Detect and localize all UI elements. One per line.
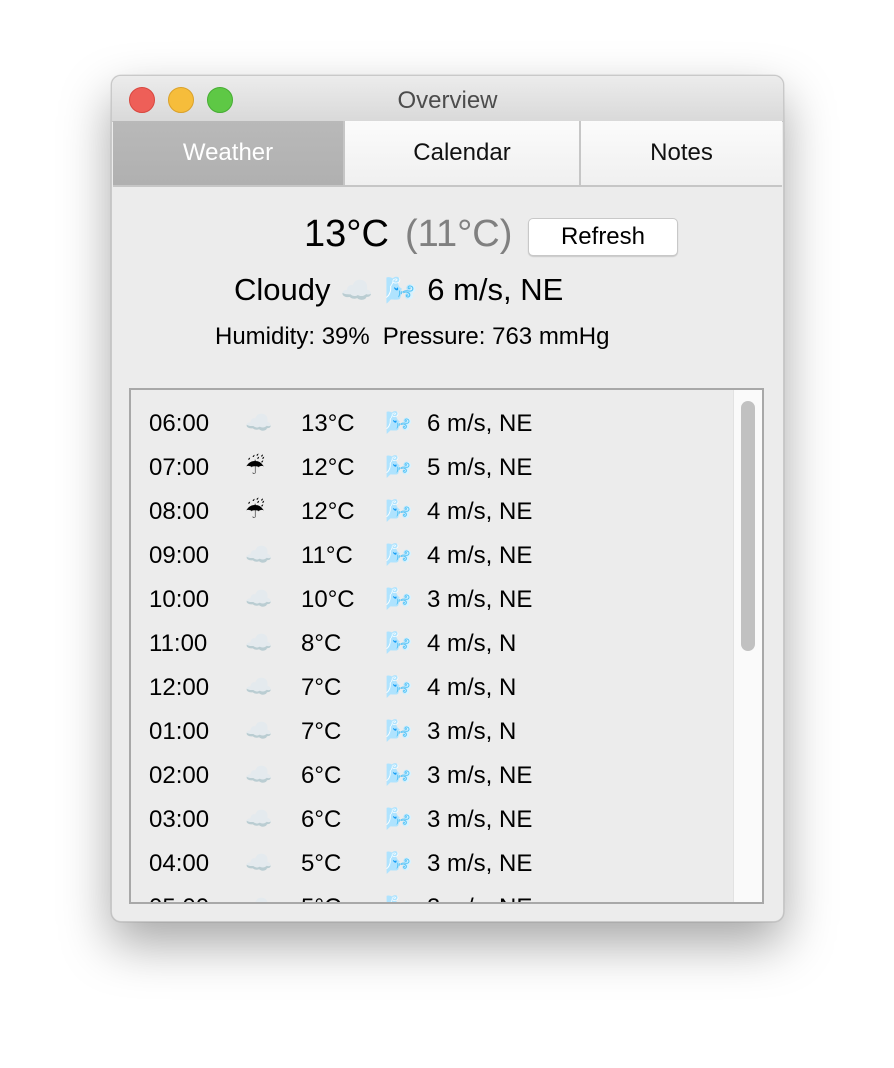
forecast-temperature: 7°C: [301, 674, 342, 701]
forecast-time: 03:00: [149, 806, 210, 833]
cloud-icon: ☁️: [245, 674, 273, 699]
list-item[interactable]: 11:00 ☁️ 8°C 🌬️ 4 m/s, N: [149, 622, 729, 666]
refresh-button[interactable]: Refresh: [528, 218, 678, 256]
cloud-icon: ☁️: [245, 586, 273, 611]
forecast-temperature: 10°C: [301, 586, 355, 613]
list-item[interactable]: 08:00 ☔ 12°C 🌬️ 4 m/s, NE: [149, 490, 729, 534]
wind-icon: 🌬️: [384, 274, 418, 305]
forecast-temperature: 6°C: [301, 762, 342, 789]
forecast-time: 07:00: [149, 454, 210, 481]
forecast-temperature: 5°C: [301, 894, 341, 902]
wind-icon: 🌬️: [385, 630, 413, 655]
cloud-icon: ☁️: [340, 274, 373, 305]
current-wind: 6 m/s, NE: [427, 272, 564, 307]
list-item[interactable]: 10:00 ☁️ 10°C 🌬️ 3 m/s, NE: [149, 578, 729, 622]
list-item[interactable]: 07:00 ☔ 12°C 🌬️ 5 m/s, NE: [149, 446, 729, 490]
wind-icon: 🌬️: [385, 410, 413, 435]
forecast-wind: 6 m/s, NE: [427, 410, 533, 437]
tab-bar: Weather Calendar Notes: [113, 121, 782, 187]
forecast-temperature: 6°C: [301, 806, 342, 833]
pressure-label: Pressure: 763 mmHg: [382, 323, 610, 350]
wind-icon: 🌬️: [385, 498, 413, 523]
forecast-wind: 4 m/s, N: [427, 630, 517, 657]
list-item[interactable]: 03:00 ☁️ 6°C 🌬️ 3 m/s, NE: [149, 798, 729, 842]
list-item[interactable]: 09:00 ☁️ 11°C 🌬️ 4 m/s, NE: [149, 534, 729, 578]
forecast-time: 11:00: [149, 630, 208, 657]
forecast-temperature: 13°C: [301, 410, 355, 437]
forecast-temperature: 5°C: [301, 850, 342, 877]
list-item[interactable]: 06:00 ☁️ 13°C 🌬️ 6 m/s, NE: [149, 402, 729, 446]
window-title: Overview: [397, 87, 498, 114]
wind-icon: 🌬️: [385, 454, 413, 479]
humidity-pressure-row: Humidity: 39% Pressure: 763 mmHg: [215, 323, 609, 351]
wind-icon: 🌬️: [385, 674, 413, 699]
cloud-icon: ☁️: [245, 630, 273, 655]
forecast-wind: 4 m/s, NE: [427, 542, 533, 569]
forecast-time: 12:00: [149, 674, 210, 701]
forecast-wind: 3 m/s, NE: [427, 762, 533, 789]
wind-icon: 🌬️: [385, 718, 413, 743]
forecast-time: 05:00: [149, 894, 209, 902]
wind-icon: 🌬️: [385, 806, 413, 831]
forecast-time: 08:00: [149, 498, 210, 525]
current-condition-row: Cloudy ☁️ 🌬️ 6 m/s, NE: [234, 268, 563, 312]
cloud-icon: ☁️: [245, 542, 273, 567]
forecast-wind: 3 m/s, NE: [427, 806, 533, 833]
forecast-temperature: 12°C: [301, 454, 355, 481]
list-item[interactable]: 12:00 ☁️ 7°C 🌬️ 4 m/s, N: [149, 666, 729, 710]
forecast-temperature: 8°C: [301, 630, 342, 657]
title-bar[interactable]: Overview: [112, 76, 783, 122]
list-item[interactable]: 02:00 ☁️ 6°C 🌬️ 3 m/s, NE: [149, 754, 729, 798]
current-temperature-row: 13°C (11°C) Refresh: [112, 213, 783, 263]
forecast-wind: 4 m/s, NE: [427, 498, 533, 525]
list-item[interactable]: 01:00 ☁️ 7°C 🌬️ 3 m/s, N: [149, 710, 729, 754]
vertical-scrollbar[interactable]: [733, 390, 762, 902]
wind-icon: 🌬️: [385, 586, 413, 611]
list-item[interactable]: 05:00 ☁️ 5°C 🌬️ 3 m/s, NE: [149, 886, 729, 902]
forecast-wind: 3 m/s, NE: [427, 894, 532, 902]
list-item[interactable]: 04:00 ☁️ 5°C 🌬️ 3 m/s, NE: [149, 842, 729, 886]
current-temperature: 13°C: [304, 213, 389, 255]
humidity-label: Humidity: 39%: [215, 323, 370, 350]
forecast-time: 02:00: [149, 762, 210, 789]
forecast-time: 01:00: [149, 718, 210, 745]
umbrella-rain-icon: ☔: [245, 454, 265, 479]
hourly-forecast-list[interactable]: 06:00 ☁️ 13°C 🌬️ 6 m/s, NE 07:00 ☔ 12°C 🌬️ 5 m/s,…: [129, 388, 764, 904]
cloud-icon: ☁️: [245, 410, 273, 435]
forecast-wind: 3 m/s, N: [427, 718, 517, 745]
wind-icon: 🌬️: [385, 850, 413, 875]
wind-icon: 🌬️: [385, 894, 412, 902]
forecast-temperature: 7°C: [301, 718, 342, 745]
forecast-time: 04:00: [149, 850, 210, 877]
cloud-icon: ☁️: [245, 762, 273, 787]
forecast-temperature: 11°C: [301, 542, 353, 569]
scrollbar-thumb[interactable]: [741, 401, 755, 651]
wind-icon: 🌬️: [385, 542, 413, 567]
overview-window: Overview Weather Calendar Notes 13°C (11…: [111, 75, 784, 922]
forecast-wind: 4 m/s, N: [427, 674, 517, 701]
cloud-icon: ☁️: [245, 718, 273, 743]
cloud-icon: ☁️: [245, 894, 272, 902]
forecast-time: 10:00: [149, 586, 210, 613]
forecast-wind: 5 m/s, NE: [427, 454, 533, 481]
wind-icon: 🌬️: [385, 762, 413, 787]
forecast-temperature: 12°C: [301, 498, 355, 525]
forecast-time: 09:00: [149, 542, 210, 569]
tab-notes[interactable]: Notes: [581, 121, 782, 185]
cloud-icon: ☁️: [245, 850, 273, 875]
condition-label: Cloudy: [234, 272, 331, 307]
cloud-icon: ☁️: [245, 806, 273, 831]
tab-calendar[interactable]: Calendar: [345, 121, 581, 185]
forecast-wind: 3 m/s, NE: [427, 586, 533, 613]
forecast-wind: 3 m/s, NE: [427, 850, 533, 877]
tab-weather[interactable]: Weather: [113, 121, 345, 185]
umbrella-rain-icon: ☔: [245, 498, 265, 523]
forecast-time: 06:00: [149, 410, 210, 437]
feels-like-temperature: (11°C): [405, 213, 513, 255]
